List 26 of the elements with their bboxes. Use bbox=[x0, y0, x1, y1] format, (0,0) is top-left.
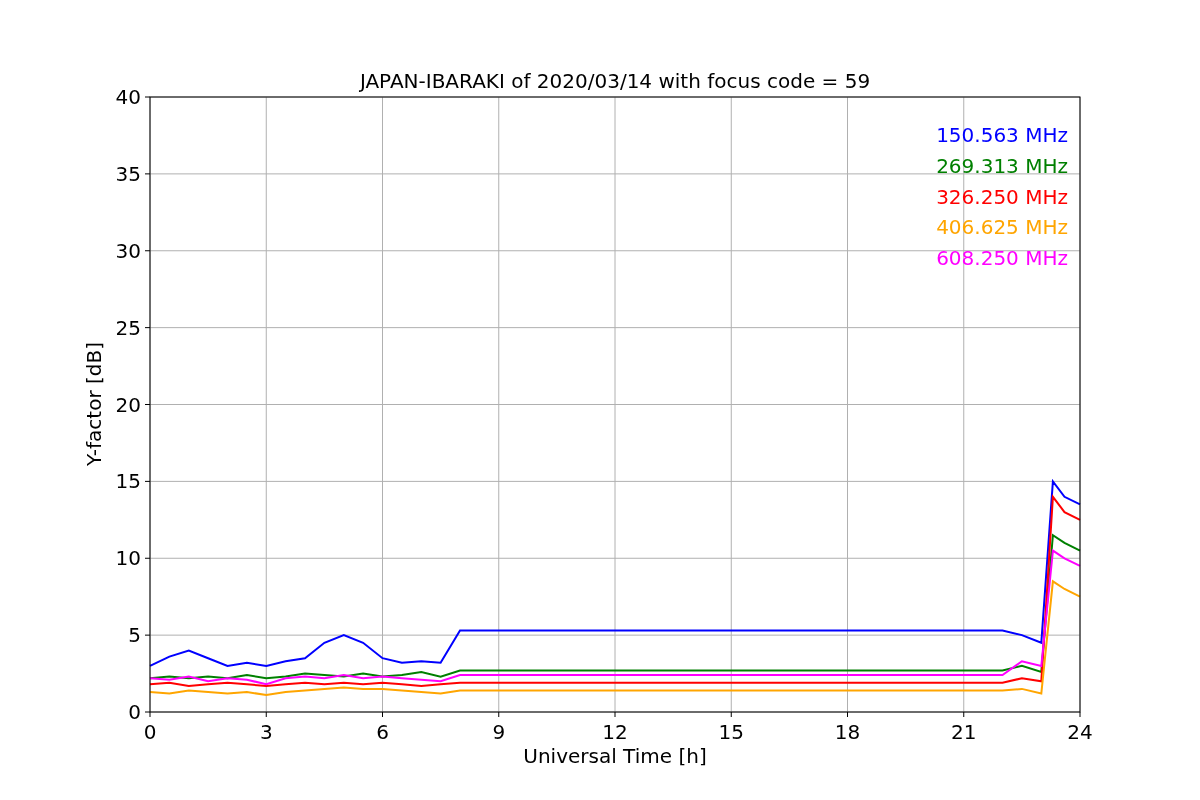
axis-tick-label: 5 bbox=[128, 623, 141, 648]
axis-tick-label: 0 bbox=[128, 700, 141, 724]
axis-tick-label: 15 bbox=[115, 469, 141, 494]
axis-tick-label: 10 bbox=[115, 546, 141, 571]
axis-tick-label: 9 bbox=[492, 720, 506, 744]
axis-tick-label: 0 bbox=[143, 720, 157, 744]
axis-tick-label: 18 bbox=[834, 720, 861, 744]
chart-title: JAPAN-IBARAKI of 2020/03/14 with focus code = 59 bbox=[359, 69, 871, 93]
legend-label: 608.250 MHz bbox=[936, 246, 1068, 271]
axis-tick-label: 25 bbox=[115, 315, 141, 340]
axis-tick-label: 30 bbox=[115, 238, 141, 263]
legend-label: 269.313 MHz bbox=[936, 153, 1068, 178]
axis-tick-label: 35 bbox=[115, 161, 141, 186]
y-axis-label: Y-factor [dB] bbox=[82, 342, 106, 466]
legend-label: 326.250 MHz bbox=[936, 184, 1068, 209]
axis-tick-label: 3 bbox=[259, 720, 273, 744]
legend-label: 150.563 MHz bbox=[936, 123, 1068, 147]
legend-label: 406.625 MHz bbox=[936, 215, 1068, 240]
axis-tick-label: 21 bbox=[951, 720, 977, 744]
axis-tick-label: 40 bbox=[115, 85, 141, 109]
axis-tick-label: 12 bbox=[602, 720, 628, 744]
axis-tick-label: 6 bbox=[376, 720, 389, 744]
axis-tick-label: 15 bbox=[718, 720, 744, 744]
x-axis-label: Universal Time [h] bbox=[523, 744, 707, 768]
axis-tick-label: 20 bbox=[115, 392, 141, 417]
axis-tick-label: 24 bbox=[1067, 720, 1093, 744]
